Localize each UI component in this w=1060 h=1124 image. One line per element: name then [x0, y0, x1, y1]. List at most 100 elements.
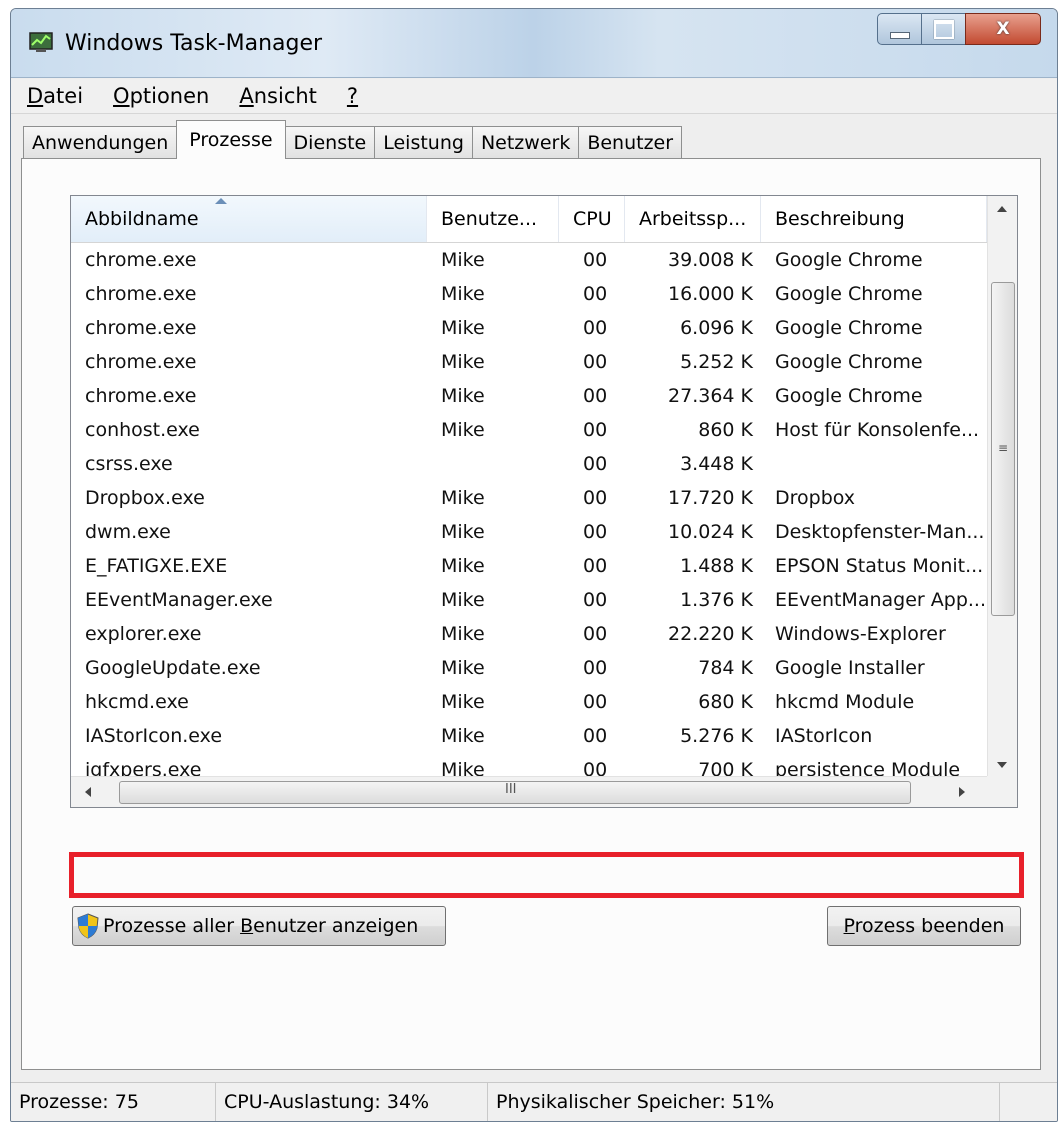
process-memory-cell: 39.008 K: [668, 249, 753, 271]
column-header-row: Abbildname Benutze... CPU Arbeitssp... B…: [71, 196, 987, 243]
process-memory-cell: 1.376 K: [680, 589, 753, 611]
show-all-users-processes-button[interactable]: Prozesse aller Benutzer anzeigen: [72, 906, 446, 946]
process-row[interactable]: chrome.exe Mike 00 27.364 K Google Chrome: [71, 379, 987, 413]
end-process-button[interactable]: Prozess beenden: [827, 906, 1021, 946]
horizontal-scrollbar[interactable]: III: [71, 776, 987, 807]
process-user-cell: Mike: [441, 351, 485, 373]
process-user-cell: Mike: [441, 691, 485, 713]
scroll-left-arrow-icon[interactable]: [85, 787, 91, 797]
process-row[interactable]: dwm.exe Mike 00 10.024 K Desktopfenster-Man.…: [71, 515, 987, 549]
process-memory-cell: 5.276 K: [680, 725, 753, 747]
process-cpu-cell: 00: [583, 657, 608, 679]
process-memory-cell: 1.488 K: [680, 555, 753, 577]
process-user-cell: Mike: [441, 657, 485, 679]
process-cpu-cell: 00: [583, 521, 608, 543]
maximize-button[interactable]: [921, 13, 967, 45]
process-row[interactable]: E_FATIGXE.EXE Mike 00 1.488 K EPSON Status M…: [71, 549, 987, 583]
process-row[interactable]: GoogleUpdate.exe Mike 00 784 K Google Instal…: [71, 651, 987, 685]
horizontal-scroll-thumb[interactable]: III: [119, 781, 911, 804]
close-button[interactable]: X: [965, 13, 1041, 45]
vertical-scroll-thumb[interactable]: ≡: [991, 282, 1015, 616]
process-memory-cell: 6.096 K: [680, 317, 753, 339]
process-row[interactable]: explorer.exe Mike 00 22.220 K Windows-Explor…: [71, 617, 987, 651]
process-description-cell: EPSON Status Monit...: [775, 555, 984, 577]
process-cpu-cell: 00: [583, 249, 608, 271]
process-description-cell: IAStorIcon: [775, 725, 873, 747]
process-row[interactable]: chrome.exe Mike 00 6.096 K Google Chrome: [71, 311, 987, 345]
process-cpu-cell: 00: [583, 623, 608, 645]
process-name-cell: chrome.exe: [85, 317, 197, 339]
process-memory-cell: 10.024 K: [668, 521, 753, 543]
process-cpu-cell: 00: [583, 555, 608, 577]
process-description-cell: Google Chrome: [775, 385, 923, 407]
scroll-right-arrow-icon[interactable]: [959, 787, 965, 797]
process-name-cell: EEventManager.exe: [85, 589, 273, 611]
end-process-label: Prozess beenden: [843, 915, 1005, 937]
process-row[interactable]: hkcmd.exe Mike 00 680 K hkcmd Module: [71, 685, 987, 719]
status-cpu-usage: CPU-Auslastung: 34%: [216, 1083, 488, 1121]
process-memory-cell: 680 K: [698, 691, 753, 713]
process-name-cell: dwm.exe: [85, 521, 171, 543]
process-row[interactable]: conhost.exe Mike 00 860 K Host für Konsolenf…: [71, 413, 987, 447]
process-row[interactable]: Dropbox.exe Mike 00 17.720 K Dropbox: [71, 481, 987, 515]
menu-ansicht[interactable]: Ansicht: [239, 84, 317, 108]
process-list[interactable]: Abbildname Benutze... CPU Arbeitssp... B…: [70, 195, 1018, 808]
highlight-box: [69, 852, 1024, 898]
process-cpu-cell: 00: [583, 351, 608, 373]
process-user-cell: Mike: [441, 725, 485, 747]
process-row[interactable]: EEventManager.exe Mike 00 1.376 K EEventMana…: [71, 583, 987, 617]
process-description-cell: Dropbox: [775, 487, 856, 509]
process-row[interactable]: chrome.exe Mike 00 5.252 K Google Chrome: [71, 345, 987, 379]
scroll-down-arrow-icon[interactable]: [997, 762, 1007, 768]
tab-prozesse[interactable]: Prozesse: [176, 120, 286, 159]
process-cpu-cell: 00: [583, 691, 608, 713]
column-header-memory[interactable]: Arbeitssp...: [625, 196, 761, 242]
process-row[interactable]: csrss.exe 00 3.448 K: [71, 447, 987, 481]
menu-bar: Datei Optionen Ansicht?: [11, 79, 1057, 114]
column-header-user[interactable]: Benutze...: [427, 196, 559, 242]
process-description-cell: Google Chrome: [775, 351, 923, 373]
process-row[interactable]: chrome.exe Mike 00 39.008 K Google Chrome: [71, 243, 987, 277]
process-user-cell: Mike: [441, 521, 485, 543]
process-row[interactable]: IAStorIcon.exe Mike 00 5.276 K IAStorIcon: [71, 719, 987, 753]
process-memory-cell: 784 K: [698, 657, 753, 679]
process-user-cell: Mike: [441, 589, 485, 611]
minimize-icon: [890, 31, 910, 39]
column-header-image-name[interactable]: Abbildname: [71, 196, 427, 242]
process-user-cell: Mike: [441, 623, 485, 645]
process-name-cell: GoogleUpdate.exe: [85, 657, 261, 679]
title-bar[interactable]: Windows Task-Manager X: [11, 9, 1057, 78]
process-row[interactable]: chrome.exe Mike 00 16.000 K Google Chrome: [71, 277, 987, 311]
tab-dienste[interactable]: Dienste: [284, 126, 376, 159]
scroll-up-arrow-icon[interactable]: [997, 206, 1007, 212]
grip-icon: ≡: [998, 441, 1009, 455]
column-header-cpu[interactable]: CPU: [559, 196, 625, 242]
tab-leistung[interactable]: Leistung: [374, 126, 473, 159]
process-name-cell: chrome.exe: [85, 283, 197, 305]
tab-benutzer[interactable]: Benutzer: [578, 126, 683, 159]
process-description-cell: Google Installer: [775, 657, 925, 679]
process-memory-cell: 16.000 K: [668, 283, 753, 305]
process-name-cell: chrome.exe: [85, 351, 197, 373]
menu-datei[interactable]: Datei: [27, 84, 83, 108]
vertical-scrollbar[interactable]: ≡: [987, 196, 1017, 776]
menu-optionen[interactable]: Optionen: [113, 84, 209, 108]
process-description-cell: hkcmd Module: [775, 691, 915, 713]
process-user-cell: Mike: [441, 317, 485, 339]
maximize-icon: [934, 19, 954, 39]
process-rows: chrome.exe Mike 00 39.008 K Google Chrome chr…: [71, 243, 987, 807]
process-name-cell: conhost.exe: [85, 419, 200, 441]
process-name-cell: IAStorIcon.exe: [85, 725, 223, 747]
tab-anwendungen[interactable]: Anwendungen: [23, 126, 178, 159]
grip-icon: III: [505, 782, 517, 797]
minimize-button[interactable]: [877, 13, 923, 45]
process-name-cell: chrome.exe: [85, 249, 197, 271]
window-title: Windows Task-Manager: [65, 31, 323, 56]
process-memory-cell: 22.220 K: [668, 623, 753, 645]
task-manager-icon: [29, 32, 53, 52]
menu-help[interactable]: ?: [347, 84, 358, 108]
process-name-cell: hkcmd.exe: [85, 691, 189, 713]
process-description-cell: Windows-Explorer: [775, 623, 946, 645]
tab-netzwerk[interactable]: Netzwerk: [471, 126, 580, 159]
column-header-description[interactable]: Beschreibung: [761, 196, 987, 242]
